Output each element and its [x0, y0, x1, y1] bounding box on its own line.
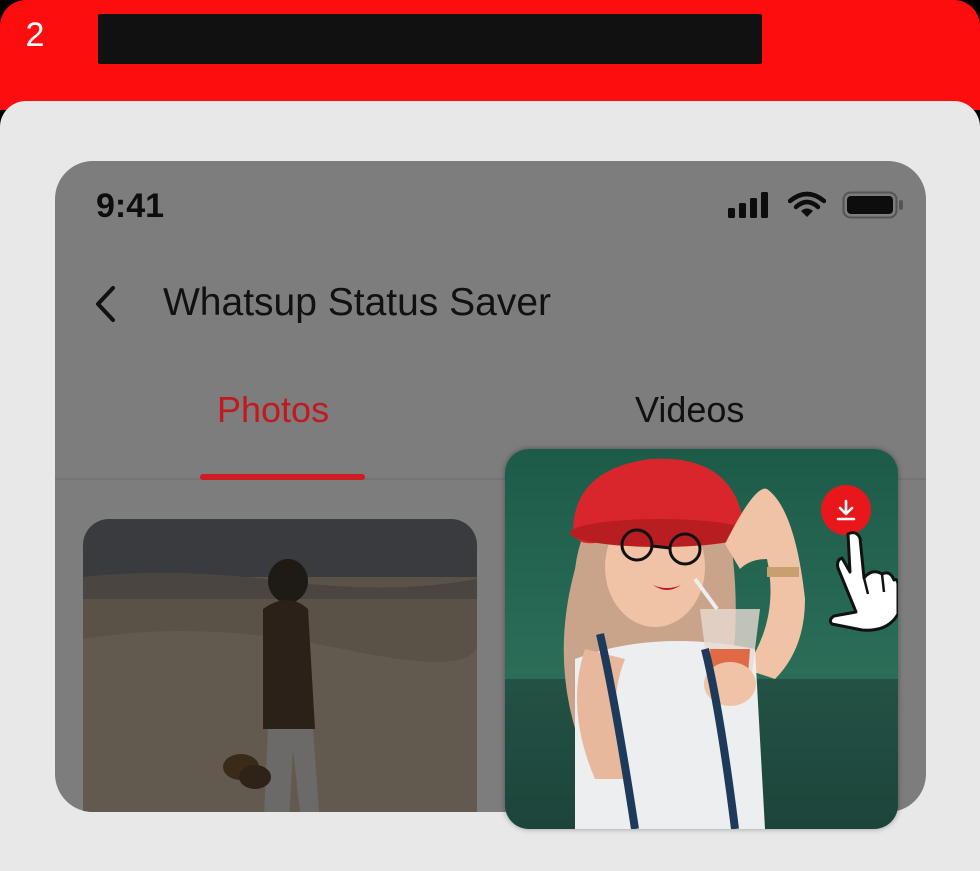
signal-icon: [728, 192, 768, 218]
battery-icon: [842, 191, 903, 219]
download-icon: [836, 499, 856, 521]
step-number: 2: [25, 15, 45, 54]
page-title: Whatsup Status Saver: [163, 281, 552, 324]
step-title-redacted: [98, 14, 762, 64]
active-tab-indicator: [200, 474, 365, 480]
wifi-icon: [788, 191, 826, 217]
tab-videos[interactable]: Videos: [635, 389, 744, 431]
status-icons: [728, 191, 904, 219]
tab-photos[interactable]: Photos: [217, 389, 329, 431]
back-button[interactable]: [85, 279, 125, 329]
desert-photo: [83, 519, 477, 812]
status-time: 9:41: [96, 187, 165, 225]
photo-thumbnail-1[interactable]: [83, 519, 477, 812]
hand-cursor-icon: [828, 531, 898, 632]
chevron-left-icon: [96, 286, 115, 322]
